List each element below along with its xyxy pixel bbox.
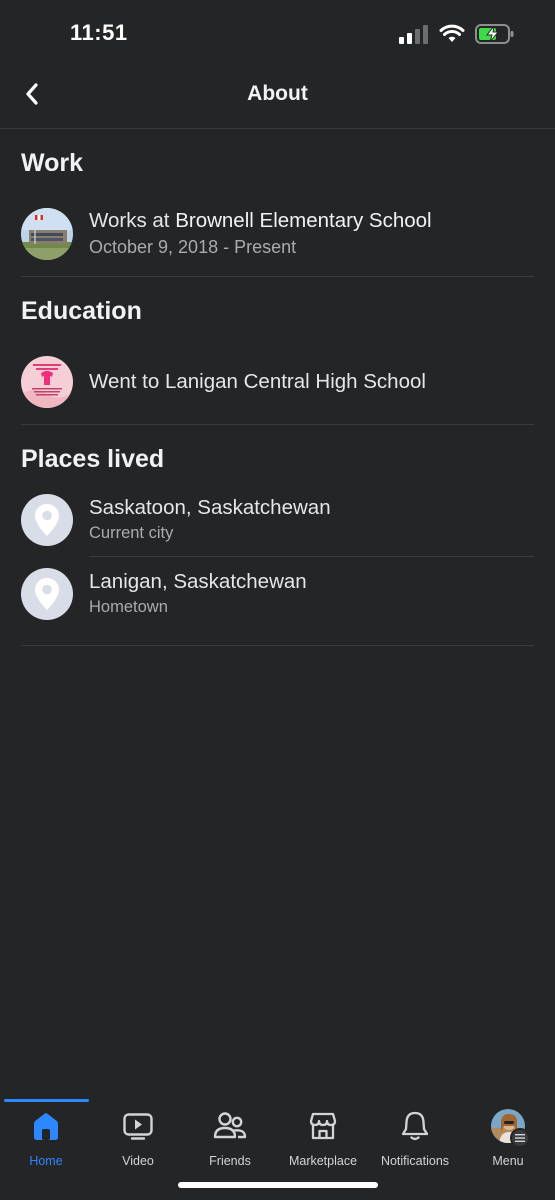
place-label: Current city xyxy=(89,524,174,542)
status-time: 11:51 xyxy=(70,20,128,45)
video-icon xyxy=(120,1108,156,1144)
section-title-places: Places lived xyxy=(21,445,165,473)
location-pin-icon xyxy=(21,567,73,620)
place-name: Saskatoon, Saskatchewan xyxy=(89,496,331,519)
education-section: Education Went to Lanigan Central High S… xyxy=(21,277,534,425)
work-prefix: Works at xyxy=(89,209,176,232)
battery-charging-icon xyxy=(475,24,514,44)
place-item-hometown[interactable]: Lanigan, Saskatchewan Hometown xyxy=(21,557,534,630)
status-icons xyxy=(399,22,515,46)
nav-label: Home xyxy=(29,1154,63,1168)
work-description: Works at Brownell Elementary School xyxy=(89,207,534,234)
education-description: Went to Lanigan Central High School xyxy=(89,370,426,393)
header: About xyxy=(0,66,555,129)
friends-icon xyxy=(212,1108,248,1144)
about-content: Work Works at Brownell Elementary School… xyxy=(0,129,555,646)
place-item-current-city[interactable]: Saskatoon, Saskatchewan Current city xyxy=(21,483,534,556)
place-name: Lanigan, Saskatchewan xyxy=(89,570,307,593)
home-icon xyxy=(28,1108,64,1144)
education-item[interactable]: Went to Lanigan Central High School xyxy=(21,345,534,418)
section-title-education: Education xyxy=(21,297,142,325)
place-label: Hometown xyxy=(89,598,168,616)
nav-label: Friends xyxy=(209,1154,251,1168)
school-photo xyxy=(21,355,73,408)
location-pin-icon xyxy=(21,493,73,546)
active-tab-indicator xyxy=(4,1099,89,1102)
nav-label: Notifications xyxy=(380,1154,450,1168)
section-title-work: Work xyxy=(21,149,84,177)
menu-badge-icon xyxy=(510,1128,530,1148)
nav-label: Menu xyxy=(492,1154,524,1168)
status-bar: 11:51 xyxy=(0,0,555,66)
nav-home[interactable]: Home xyxy=(0,1108,92,1172)
nav-notifications[interactable]: Notifications xyxy=(369,1108,461,1172)
nav-menu[interactable]: Menu xyxy=(462,1108,554,1172)
wifi-icon xyxy=(439,24,465,42)
nav-friends[interactable]: Friends xyxy=(184,1108,276,1172)
nav-marketplace[interactable]: Marketplace xyxy=(277,1108,369,1172)
nav-video[interactable]: Video xyxy=(92,1108,184,1172)
nav-label: Marketplace xyxy=(288,1154,358,1168)
workplace-name[interactable]: Brownell Elementary School xyxy=(175,209,431,232)
work-item[interactable]: Works at Brownell Elementary School Octo… xyxy=(21,197,534,270)
work-dates: October 9, 2018 - Present xyxy=(89,237,297,257)
workplace-photo xyxy=(21,207,73,260)
home-indicator xyxy=(178,1182,378,1188)
places-lived-section: Places lived Saskatoon, Saskatchewan Cur… xyxy=(21,425,534,646)
work-section: Work Works at Brownell Elementary School… xyxy=(21,129,534,277)
nav-label: Video xyxy=(122,1154,154,1168)
profile-avatar xyxy=(490,1108,530,1148)
bell-icon xyxy=(397,1108,433,1144)
page-title: About xyxy=(247,82,308,105)
cellular-signal-icon xyxy=(399,25,428,44)
marketplace-icon xyxy=(305,1108,341,1144)
